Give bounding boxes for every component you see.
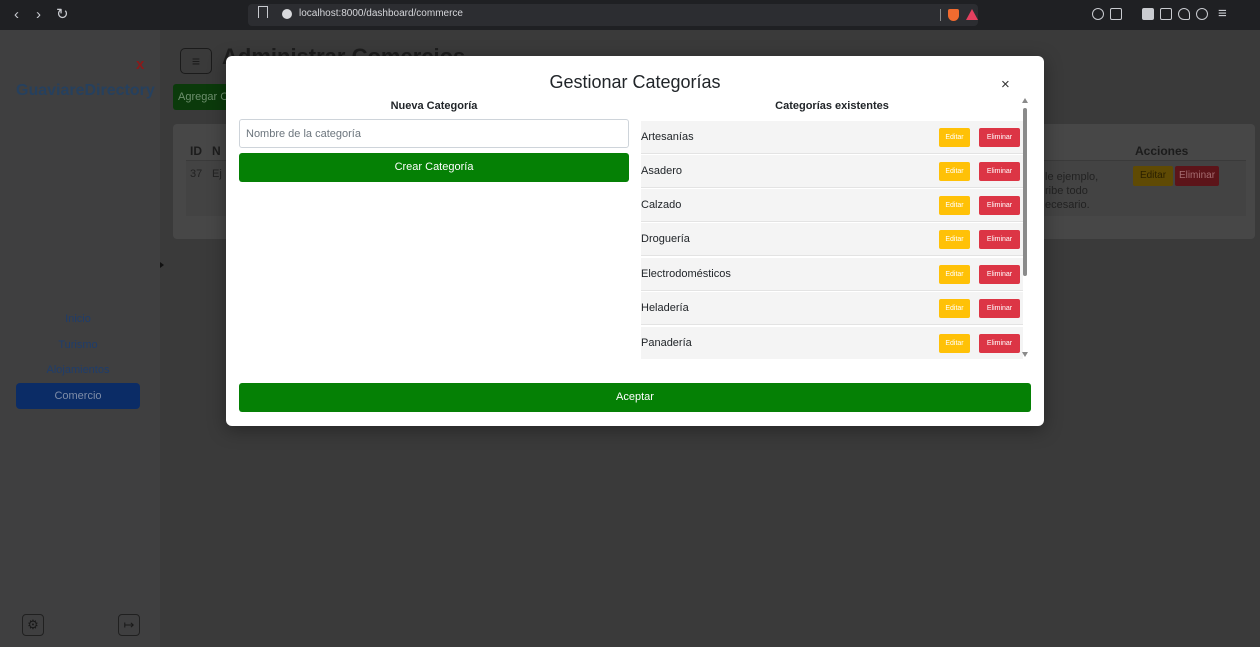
- edit-button[interactable]: Editar: [939, 128, 970, 147]
- bookmark-icon[interactable]: [258, 6, 268, 18]
- add-commerce-button[interactable]: Agregar C: [173, 84, 233, 110]
- sidebar-toggle-icon[interactable]: [1142, 8, 1154, 20]
- column-header-name: N: [212, 144, 221, 158]
- modal-close-button[interactable]: ×: [1001, 76, 1010, 93]
- brand-logo: GuaviareDirectory: [16, 82, 155, 99]
- new-category-heading: Nueva Categoría: [390, 100, 478, 112]
- list-item: Electrodomésticos Editar Eliminar: [641, 258, 1023, 291]
- category-name: Electrodomésticos: [641, 268, 731, 280]
- accept-button[interactable]: Aceptar: [239, 383, 1031, 412]
- edit-button[interactable]: Editar: [939, 334, 970, 353]
- category-name: Asadero: [641, 165, 682, 177]
- edit-button[interactable]: Editar: [939, 162, 970, 181]
- delete-button[interactable]: Eliminar: [979, 230, 1020, 249]
- delete-button[interactable]: Eliminar: [979, 334, 1020, 353]
- delete-button[interactable]: Eliminar: [979, 265, 1020, 284]
- manage-categories-modal: Gestionar Categorías × Nueva Categoría C…: [226, 56, 1044, 426]
- create-category-button[interactable]: Crear Categoría: [239, 153, 629, 182]
- settings-icon[interactable]: ⚙: [22, 614, 44, 636]
- delete-button[interactable]: Eliminar: [979, 196, 1020, 215]
- category-name: Droguería: [641, 233, 690, 245]
- column-header-id: ID: [190, 144, 202, 158]
- row-delete-button[interactable]: Eliminar: [1175, 166, 1219, 186]
- list-item: Heladería Editar Eliminar: [641, 292, 1023, 325]
- menu-toggle-button[interactable]: ≡: [180, 48, 212, 74]
- category-name: Artesanías: [641, 131, 694, 143]
- sidebar-item-turismo[interactable]: Turismo: [16, 339, 140, 351]
- existing-categories-heading: Categorías existentes: [775, 100, 889, 112]
- scroll-down-arrow-icon[interactable]: [1022, 352, 1028, 357]
- site-info-icon[interactable]: [282, 9, 292, 19]
- back-icon[interactable]: ‹: [14, 6, 19, 24]
- list-item: Panadería Editar Eliminar: [641, 327, 1023, 359]
- delete-button[interactable]: Eliminar: [979, 128, 1020, 147]
- screenshot-icon[interactable]: [1110, 8, 1122, 20]
- category-list[interactable]: Artesanías Editar Eliminar Asadero Edita…: [641, 121, 1023, 359]
- collapse-arrow-icon[interactable]: [160, 262, 164, 268]
- edit-button[interactable]: Editar: [939, 299, 970, 318]
- modal-title: Gestionar Categorías: [549, 72, 721, 92]
- row-edit-button[interactable]: Editar: [1133, 166, 1173, 186]
- forward-icon[interactable]: ›: [36, 6, 41, 24]
- list-item: Calzado Editar Eliminar: [641, 189, 1023, 222]
- row-name: Ej: [212, 168, 222, 180]
- edit-button[interactable]: Editar: [939, 196, 970, 215]
- delete-button[interactable]: Eliminar: [979, 299, 1020, 318]
- sidebar-item-inicio[interactable]: Inicio: [16, 313, 140, 325]
- scrollbar-thumb[interactable]: [1023, 108, 1027, 276]
- list-item: Artesanías Editar Eliminar: [641, 121, 1023, 154]
- row-description-line: le ejemplo,: [1045, 171, 1099, 183]
- edit-button[interactable]: Editar: [939, 230, 970, 249]
- menu-icon[interactable]: ≡: [1218, 5, 1227, 23]
- reload-icon[interactable]: ↻: [56, 6, 69, 24]
- list-item: Droguería Editar Eliminar: [641, 223, 1023, 256]
- sidebar-item-alojamientos[interactable]: Alojamientos: [16, 364, 140, 376]
- edit-button[interactable]: Editar: [939, 265, 970, 284]
- tab-icon[interactable]: [1160, 8, 1172, 20]
- column-header-actions: Acciones: [1135, 144, 1189, 158]
- sidebar-close-icon[interactable]: x: [136, 56, 144, 73]
- category-name: Calzado: [641, 199, 682, 211]
- vpn-icon[interactable]: [1196, 8, 1208, 20]
- rewards-icon[interactable]: [966, 9, 978, 20]
- row-description-line: ribe todo: [1045, 185, 1088, 197]
- category-name-input[interactable]: [239, 119, 629, 148]
- sidebar-item-comercio[interactable]: Comercio: [16, 383, 140, 409]
- url-text[interactable]: localhost:8000/dashboard/commerce: [299, 8, 463, 19]
- list-item: Asadero Editar Eliminar: [641, 155, 1023, 188]
- category-name: Heladería: [641, 302, 689, 314]
- extensions-icon[interactable]: [1178, 8, 1190, 20]
- category-name: Panadería: [641, 337, 692, 349]
- delete-button[interactable]: Eliminar: [979, 162, 1020, 181]
- browser-toolbar: ‹ › ↻ localhost:8000/dashboard/commerce …: [0, 0, 1260, 30]
- brave-shield-icon[interactable]: [948, 9, 959, 21]
- scroll-up-arrow-icon[interactable]: [1022, 98, 1028, 103]
- leo-icon[interactable]: [1092, 8, 1104, 20]
- row-id: 37: [190, 168, 203, 180]
- divider: [940, 9, 941, 21]
- logout-icon[interactable]: ↦: [118, 614, 140, 636]
- row-description-line: ecesario.: [1045, 199, 1090, 211]
